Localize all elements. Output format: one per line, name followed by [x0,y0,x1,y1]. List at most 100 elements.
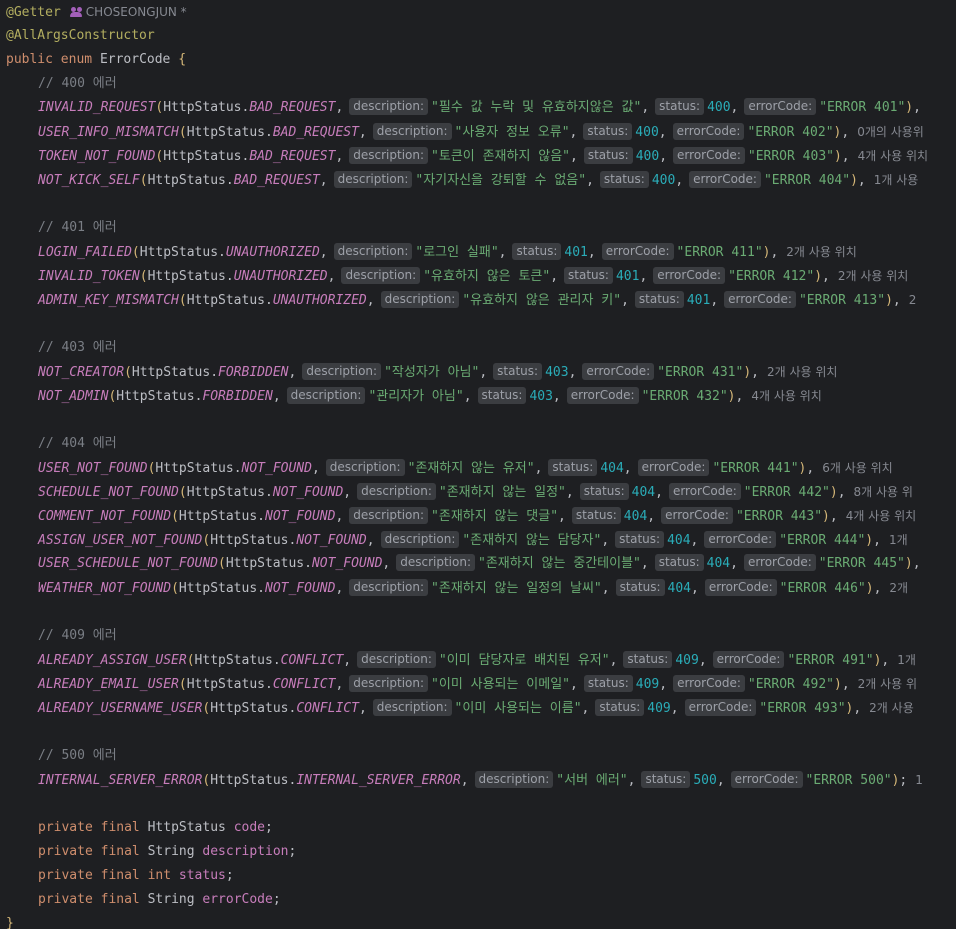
close-paren: ) [904,556,913,571]
comma: , [841,149,850,164]
httpstatus-constant[interactable]: NOT_FOUND [273,485,343,500]
usage-count-inlay[interactable]: 2 [909,293,917,307]
enum-constant-name[interactable]: TOKEN_NOT_FOUND [38,149,155,164]
status-number: 404 [667,581,691,596]
httpstatus-type[interactable]: HttpStatus [163,100,241,115]
httpstatus-constant[interactable]: BAD_REQUEST [249,149,335,164]
enum-entry-line: ASSIGN_USER_NOT_FOUND(HttpStatus.NOT_FOU… [0,528,956,552]
comma: , [498,245,507,260]
usage-count-inlay[interactable]: 1개 사용 [874,173,919,187]
httpstatus-constant[interactable]: NOT_FOUND [312,556,382,571]
httpstatus-type[interactable]: HttpStatus [210,773,288,788]
comma: , [853,701,862,716]
httpstatus-type[interactable]: HttpStatus [148,173,226,188]
field-name[interactable]: code [234,820,265,835]
comma: , [311,461,320,476]
httpstatus-constant[interactable]: NOT_FOUND [265,509,335,524]
httpstatus-constant[interactable]: FORBIDDEN [202,389,272,404]
dot: . [225,173,234,188]
httpstatus-constant[interactable]: UNAUTHORIZED [273,293,367,308]
httpstatus-constant[interactable]: UNAUTHORIZED [234,269,328,284]
httpstatus-type[interactable]: HttpStatus [210,701,288,716]
httpstatus-type[interactable]: HttpStatus [116,389,194,404]
usage-count-inlay[interactable]: 1개 [889,533,908,547]
httpstatus-type[interactable]: HttpStatus [195,653,273,668]
usage-count-inlay[interactable]: 8개 사용 위 [854,485,913,499]
dot: . [218,245,226,260]
description-param-hint: description: [325,459,405,476]
author-inlay[interactable]: CHOSEONGJUN * [69,5,187,19]
enum-constant-name[interactable]: LOGIN_FAILED [38,245,132,260]
httpstatus-type[interactable]: HttpStatus [163,149,241,164]
httpstatus-constant[interactable]: CONFLICT [281,653,344,668]
httpstatus-constant[interactable]: CONFLICT [273,677,336,692]
enum-constant-name[interactable]: INVALID_REQUEST [38,100,155,115]
field-name[interactable]: errorCode [202,892,272,907]
enum-constant-name[interactable]: ADMIN_KEY_MISMATCH [38,293,179,308]
description-param-hint: description: [286,387,366,404]
enum-constant-name[interactable]: ALREADY_USERNAME_USER [38,701,202,716]
field-name[interactable]: description [202,844,288,859]
usage-count-inlay[interactable]: 6개 사용 위치 [822,461,892,475]
httpstatus-type[interactable]: HttpStatus [132,365,210,380]
enum-constant-name[interactable]: WEATHER_NOT_FOUND [38,581,171,596]
enum-constant-name[interactable]: NOT_KICK_SELF [38,173,140,188]
enum-constant-name[interactable]: ASSIGN_USER_NOT_FOUND [38,533,202,548]
usage-count-inlay[interactable]: 2개 사용 위치 [767,365,837,379]
enum-constant-name[interactable]: ALREADY_EMAIL_USER [38,677,179,692]
httpstatus-type[interactable]: HttpStatus [210,533,288,548]
httpstatus-type[interactable]: HttpStatus [187,293,265,308]
usage-count-inlay[interactable]: 2개 사용 위치 [838,269,908,283]
errorcode-string: "ERROR 442" [743,485,830,500]
usage-count-inlay[interactable]: 4개 사용 위치 [858,149,928,163]
httpstatus-type[interactable]: HttpStatus [155,461,233,476]
status-param-hint: status: [512,243,562,260]
enum-constant-name[interactable]: INVALID_TOKEN [38,269,140,284]
enum-constant-name[interactable]: SCHEDULE_NOT_FOUND [38,485,179,500]
httpstatus-constant[interactable]: CONFLICT [296,701,359,716]
close-paren: ) [865,533,874,548]
httpstatus-constant[interactable]: INTERNAL_SERVER_ERROR [296,773,460,788]
httpstatus-constant[interactable]: BAD_REQUEST [249,100,335,115]
usage-count-inlay[interactable]: 2개 사용 [869,701,914,715]
usage-count-inlay[interactable]: 1개 [897,653,916,667]
comma: , [609,653,618,668]
enum-constant-name[interactable]: NOT_ADMIN [38,389,108,404]
usage-count-inlay[interactable]: 0개의 사용위 [857,125,924,139]
enum-constant-name[interactable]: USER_INFO_MISMATCH [38,125,179,140]
usage-count-inlay[interactable]: 2개 사용 위치 [786,245,856,259]
usage-count-inlay[interactable]: 2개 사용 위 [858,677,917,691]
httpstatus-constant[interactable]: BAD_REQUEST [273,125,359,140]
httpstatus-constant[interactable]: BAD_REQUEST [234,173,320,188]
enum-constant-name[interactable]: COMMENT_NOT_FOUND [38,509,171,524]
httpstatus-type[interactable]: HttpStatus [140,245,218,260]
httpstatus-constant[interactable]: UNAUTHORIZED [226,245,320,260]
usage-count-inlay[interactable]: 4개 사용 위치 [846,509,916,523]
enum-constant-name[interactable]: INTERNAL_SERVER_ERROR [38,773,202,788]
httpstatus-type[interactable]: HttpStatus [187,485,265,500]
httpstatus-type[interactable]: HttpStatus [179,581,257,596]
httpstatus-type[interactable]: HttpStatus [187,677,265,692]
httpstatus-constant[interactable]: FORBIDDEN [218,365,288,380]
code-editor[interactable]: @Getter CHOSEONGJUN * @AllArgsConstructor… [0,0,956,929]
httpstatus-type[interactable]: HttpStatus [148,269,226,284]
httpstatus-constant[interactable]: NOT_FOUND [265,581,335,596]
httpstatus-type[interactable]: HttpStatus [226,556,304,571]
open-brace: { [178,52,187,67]
enum-constant-name[interactable]: USER_NOT_FOUND [38,461,148,476]
constructor-annotation: @AllArgsConstructor [6,28,155,43]
field-declaration-line: private final String errorCode; [0,888,956,912]
httpstatus-constant[interactable]: NOT_FOUND [242,461,312,476]
usage-count-inlay[interactable]: 2개 [889,581,908,595]
field-name[interactable]: status [179,868,226,883]
httpstatus-type[interactable]: HttpStatus [187,125,265,140]
comma: , [730,100,739,115]
enum-constant-name[interactable]: NOT_CREATOR [38,365,124,380]
usage-count-inlay[interactable]: 4개 사용 위치 [751,389,821,403]
httpstatus-constant[interactable]: NOT_FOUND [296,533,366,548]
usage-count-inlay[interactable]: 1 [915,773,923,787]
httpstatus-type[interactable]: HttpStatus [179,509,257,524]
enum-constant-name[interactable]: USER_SCHEDULE_NOT_FOUND [38,556,218,571]
final-keyword: final [100,844,140,859]
enum-constant-name[interactable]: ALREADY_ASSIGN_USER [38,653,187,668]
